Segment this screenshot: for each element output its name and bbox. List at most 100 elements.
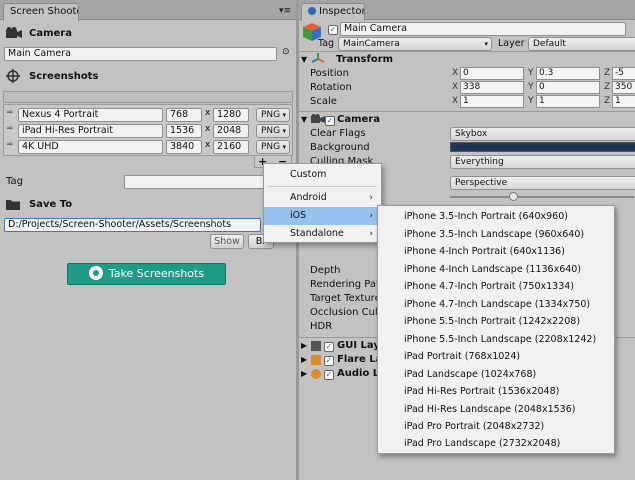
position-z-field[interactable]: -5 [612, 67, 635, 80]
submenu-arrow-icon: › [369, 229, 373, 239]
resolution-name-field[interactable]: iPad Hi-Res Portrait [18, 124, 163, 138]
active-checkbox[interactable]: ✓ [328, 23, 338, 35]
scale-y-field[interactable]: 1 [536, 95, 600, 108]
resolution-width-field[interactable]: 1536 [166, 124, 202, 138]
scale-x-field[interactable]: 1 [460, 95, 524, 108]
projection-dropdown[interactable]: Perspective [450, 176, 635, 190]
foldout-arrow-icon[interactable]: ▶ [301, 355, 307, 364]
menu-item-ios[interactable]: iOS › [264, 207, 381, 225]
axis-y-label: Y [528, 82, 534, 92]
resolution-list: ═ Nexus 4 Portrait 768 x 1280 PNG ▾ ═ iPa… [3, 104, 293, 156]
ios-resolution-item[interactable]: iPhone 4.7-Inch Portrait (750x1334) [378, 278, 614, 296]
show-button[interactable]: Show [210, 234, 244, 249]
gui-layer-icon [311, 341, 321, 351]
drag-handle-icon[interactable]: ═ [7, 124, 12, 134]
menu-item-label: iPhone 3.5-Inch Landscape (960x640) [404, 229, 585, 240]
layer-dropdown[interactable]: Default [528, 37, 635, 51]
ios-resolution-item[interactable]: iPad Landscape (1024x768) [378, 366, 614, 384]
crosshair-icon [6, 69, 20, 83]
hdr-label: HDR [310, 321, 333, 332]
folder-icon [6, 199, 20, 210]
field-of-view-slider-thumb[interactable] [509, 192, 518, 201]
audio-listener-checkbox[interactable]: ✓ [324, 368, 334, 380]
flare-layer-icon [311, 355, 321, 365]
tab-title: Inspector [319, 6, 365, 17]
menu-separator [268, 186, 377, 187]
menu-item-label: iPad Pro Landscape (2732x2048) [404, 438, 561, 449]
camera-component-title: Camera [337, 114, 380, 125]
ios-resolution-item[interactable]: iPhone 3.5-Inch Landscape (960x640) [378, 226, 614, 244]
ios-resolution-item[interactable]: iPhone 5.5-Inch Landscape (2208x1242) [378, 331, 614, 349]
aperture-icon [88, 266, 103, 280]
ios-resolution-item[interactable]: iPhone 4.7-Inch Landscape (1334x750) [378, 296, 614, 314]
times-sign: x [205, 124, 211, 134]
foldout-arrow-icon[interactable]: ▼ [301, 55, 307, 64]
transform-axes-icon [311, 53, 325, 65]
format-dropdown[interactable]: PNG ▾ [256, 108, 290, 122]
tab-inspector[interactable]: Inspector [301, 3, 365, 21]
format-value: PNG [261, 142, 281, 152]
menu-item-label: iPhone 5.5-Inch Landscape (2208x1242) [404, 334, 597, 345]
format-dropdown[interactable]: PNG ▾ [256, 140, 290, 154]
camera-enabled-checkbox[interactable]: ✓ [325, 114, 335, 126]
field-of-view-slider-track[interactable] [450, 196, 634, 198]
culling-mask-dropdown[interactable]: Everything [450, 155, 635, 169]
ios-resolution-item[interactable]: iPad Pro Portrait (2048x2732) [378, 418, 614, 436]
position-x-field[interactable]: 0 [460, 67, 524, 80]
axis-x-label: X [452, 96, 459, 106]
background-color-swatch[interactable] [450, 142, 635, 152]
resolution-name-field[interactable]: 4K UHD [18, 140, 163, 154]
ios-resolution-item[interactable]: iPad Hi-Res Landscape (2048x1536) [378, 401, 614, 419]
flare-layer-checkbox[interactable]: ✓ [324, 354, 334, 366]
scale-z-field[interactable]: 1 [612, 95, 635, 108]
resolution-width-field[interactable]: 768 [166, 108, 202, 122]
list-header [3, 91, 293, 103]
resolution-height-field[interactable]: 2160 [213, 140, 249, 154]
menu-item-custom[interactable]: Custom [264, 166, 381, 184]
save-path-field[interactable]: D:/Projects/Screen-Shooter/Assets/Screen… [4, 218, 261, 232]
axis-z-label: Z [604, 68, 611, 78]
camera-object-field[interactable]: Main Camera [4, 47, 277, 61]
foldout-arrow-icon[interactable]: ▶ [301, 369, 307, 378]
menu-item-label: iPhone 3.5-Inch Portrait (640x960) [404, 211, 568, 222]
drag-handle-icon[interactable]: ═ [7, 140, 12, 150]
ios-resolution-item[interactable]: iPhone 4-Inch Portrait (640x1136) [378, 243, 614, 261]
rotation-x-field[interactable]: 338 [460, 81, 524, 94]
resolution-height-field[interactable]: 2048 [213, 124, 249, 138]
ios-resolution-item[interactable]: iPhone 3.5-Inch Portrait (640x960) [378, 208, 614, 226]
foldout-arrow-icon[interactable]: ▼ [301, 115, 307, 124]
gui-layer-checkbox[interactable]: ✓ [324, 340, 334, 352]
ios-resolution-item[interactable]: iPad Hi-Res Portrait (1536x2048) [378, 383, 614, 401]
resolution-width-field[interactable]: 3840 [166, 140, 202, 154]
foldout-arrow-icon[interactable]: ▶ [301, 341, 307, 350]
resolution-height-field[interactable]: 1280 [213, 108, 249, 122]
menu-item-android[interactable]: Android › [264, 189, 381, 207]
menu-item-standalone[interactable]: Standalone › [264, 225, 381, 243]
layer-value: Default [533, 39, 566, 49]
format-dropdown[interactable]: PNG ▾ [256, 124, 290, 138]
resolution-name-field[interactable]: Nexus 4 Portrait [18, 108, 163, 122]
ios-resolution-item[interactable]: iPad Portrait (768x1024) [378, 348, 614, 366]
rotation-y-field[interactable]: 0 [536, 81, 600, 94]
tag-dropdown[interactable]: MainCamera ▾ [338, 37, 492, 51]
position-y-field[interactable]: 0.3 [536, 67, 600, 80]
window-menu-icon[interactable]: ▾≡ [279, 6, 291, 16]
ios-resolution-item[interactable]: iPad Pro Landscape (2732x2048) [378, 435, 614, 453]
axis-z-label: Z [604, 96, 611, 106]
menu-item-label: iPhone 4-Inch Landscape (1136x640) [404, 264, 582, 275]
menu-item-label: iPad Hi-Res Landscape (2048x1536) [404, 404, 576, 415]
tag-value: MainCamera [343, 39, 400, 49]
ios-resolution-item[interactable]: iPhone 5.5-Inch Portrait (1242x2208) [378, 313, 614, 331]
tab-title: Screen Shooter [10, 6, 78, 17]
object-picker-icon[interactable]: ⊙ [282, 47, 290, 57]
info-icon [308, 7, 316, 15]
clear-flags-dropdown[interactable]: Skybox [450, 127, 635, 141]
drag-handle-icon[interactable]: ═ [7, 108, 12, 118]
rotation-z-field[interactable]: 350 [612, 81, 635, 94]
menu-item-label: iOS [290, 210, 307, 221]
ios-resolution-item[interactable]: iPhone 4-Inch Landscape (1136x640) [378, 261, 614, 279]
occlusion-culling-label: Occlusion Culli [310, 307, 384, 318]
object-name-field[interactable]: Main Camera [340, 22, 626, 36]
tab-screen-shooter[interactable]: Screen Shooter [3, 3, 79, 21]
take-screenshots-button[interactable]: Take Screenshots [67, 263, 226, 285]
